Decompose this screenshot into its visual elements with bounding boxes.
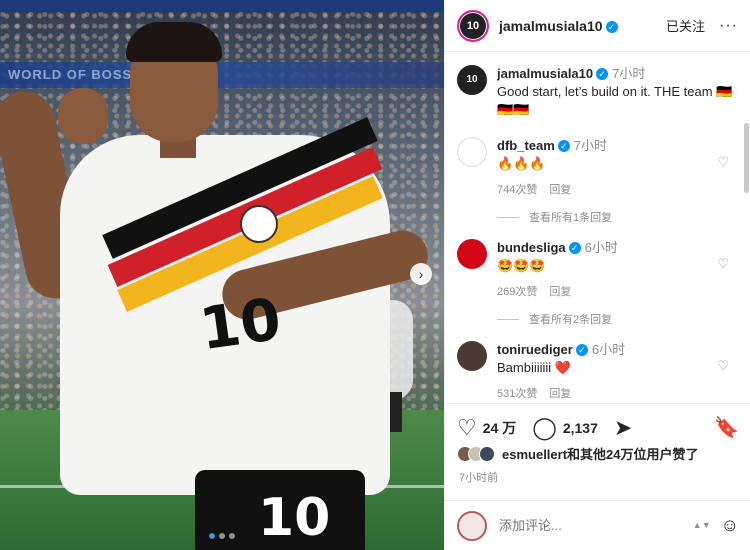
verified-icon: ✓ xyxy=(557,140,570,152)
caption: 10 jamalmusiala10 ✓ 7小时 Good start, let’s … xyxy=(445,65,750,119)
comment-like-icon[interactable]: ♡ xyxy=(717,154,729,170)
caption-username[interactable]: jamalmusiala10 xyxy=(497,66,593,81)
comment-time: 7小时 xyxy=(573,138,608,153)
author-username[interactable]: jamalmusiala10 ✓ xyxy=(499,18,618,34)
stadium-banner: WORLD OF BOSS xyxy=(0,62,444,88)
likes-summary[interactable]: esmuellert和其他24万位用户赞了 xyxy=(457,444,699,463)
add-comment-input[interactable] xyxy=(499,518,659,533)
emoji-icon[interactable]: ☺ xyxy=(721,515,739,536)
comment-like-icon[interactable]: ♡ xyxy=(717,256,729,272)
author-avatar[interactable]: 10 xyxy=(457,9,489,42)
more-options-icon[interactable]: ··· xyxy=(719,17,738,35)
comment-likes[interactable]: 269次赞 xyxy=(497,286,537,298)
comment-item: toniruediger ✓ 6小时 Bambiiiiiii ❤️ 531次赞 回复 xyxy=(445,341,750,401)
post-header: 10 jamalmusiala10 ✓ 已关注 ··· xyxy=(445,0,750,52)
comment-item: bundesliga ✓ 6小时 🤩🤩🤩 269次赞 回复 xyxy=(445,239,750,299)
carousel-dot[interactable] xyxy=(219,533,225,539)
comments-scrollbar[interactable] xyxy=(744,123,749,193)
following-button[interactable]: 已关注 xyxy=(666,16,705,35)
comment-like-icon[interactable]: ♡ xyxy=(717,358,729,374)
current-user-avatar xyxy=(457,510,487,541)
comment-item: dfb_team ✓ 7小时 🔥🔥🔥 744次赞 回复 xyxy=(445,137,750,197)
paper-plane-icon: ➤ xyxy=(613,414,633,440)
chevron-right-icon: › xyxy=(418,266,424,282)
reply-button[interactable]: 回复 xyxy=(549,184,571,196)
verified-icon: ✓ xyxy=(605,20,618,33)
likes-summary-text: esmuellert和其他24万位用户赞了 xyxy=(502,447,699,462)
stadium-banner-top xyxy=(0,0,444,12)
avatar-jersey-number: 10 xyxy=(466,19,480,32)
liker-avatar xyxy=(479,445,495,462)
comment-time: 6小时 xyxy=(591,342,626,357)
verified-icon: ✓ xyxy=(568,242,581,254)
comment-username[interactable]: bundesliga xyxy=(497,240,566,255)
like-button[interactable]: ♡ 24 万 xyxy=(457,414,517,440)
reply-button[interactable]: 回复 xyxy=(549,388,571,400)
comment-text: 🔥🔥🔥 xyxy=(497,156,546,171)
caption-time: 7小时 xyxy=(612,66,646,81)
comment-username[interactable]: dfb_team xyxy=(497,138,555,153)
verified-icon: ✓ xyxy=(596,68,609,80)
share-button[interactable]: ➤ xyxy=(613,414,638,440)
caption-text: Good start, let’s build on it. THE team … xyxy=(497,84,733,117)
post-photo[interactable]: WORLD OF BOSS 10 10 › xyxy=(0,0,444,550)
bookmark-icon[interactable]: 🔖 xyxy=(714,415,739,440)
shirt-number: 10 xyxy=(195,284,286,364)
comment-text: 🤩🤩🤩 xyxy=(497,258,546,273)
comment-button[interactable]: ◯ 2,137 xyxy=(532,414,598,440)
comment-count: 2,137 xyxy=(562,419,598,436)
post-timestamp: 7小时前 xyxy=(459,472,499,484)
add-comment-bar: ▲▼ ☺ xyxy=(445,500,750,550)
avatar-jersey-number: 10 xyxy=(466,74,478,85)
comment-likes[interactable]: 531次赞 xyxy=(497,388,537,400)
expand-arrows-icon[interactable]: ▲▼ xyxy=(693,521,711,530)
carousel-dot[interactable] xyxy=(229,533,235,539)
comment-bubble-icon: ◯ xyxy=(532,414,557,440)
heart-icon: ♡ xyxy=(457,414,477,440)
view-replies-button[interactable]: 查看所有2条回复 xyxy=(497,311,612,327)
banner-text: WORLD OF BOSS xyxy=(8,67,133,82)
toniruediger-avatar[interactable] xyxy=(457,341,487,371)
comment-time: 6小时 xyxy=(584,240,618,255)
next-photo-button[interactable]: › xyxy=(410,263,432,285)
bundesliga-avatar[interactable] xyxy=(457,239,487,269)
dfb-avatar[interactable] xyxy=(457,137,487,167)
author-username-text: jamalmusiala10 xyxy=(499,17,603,34)
carousel-dots xyxy=(0,533,444,539)
team-crest xyxy=(240,205,278,243)
post-side-panel: 10 jamalmusiala10 ✓ 已关注 ··· 10 jamalmusia… xyxy=(444,0,750,550)
player-hair xyxy=(126,22,222,62)
comments-list[interactable]: 10 jamalmusiala10 ✓ 7小时 Good start, let’s … xyxy=(445,53,750,403)
player-hand xyxy=(58,88,108,144)
shorts-number: 10 xyxy=(258,488,331,548)
view-replies-button[interactable]: 查看所有1条回复 xyxy=(497,209,612,225)
reply-button[interactable]: 回复 xyxy=(549,286,571,298)
instagram-post-viewer: WORLD OF BOSS 10 10 › 10 jamalmusiala10 … xyxy=(0,0,750,550)
comment-likes[interactable]: 744次赞 xyxy=(497,184,537,196)
comment-text: Bambiiiiiii ❤️ xyxy=(497,360,571,375)
verified-icon: ✓ xyxy=(575,344,588,356)
carousel-dot[interactable] xyxy=(209,533,215,539)
comment-username[interactable]: toniruediger xyxy=(497,342,573,357)
caption-avatar[interactable]: 10 xyxy=(457,65,487,95)
like-count: 24 万 xyxy=(482,419,517,436)
